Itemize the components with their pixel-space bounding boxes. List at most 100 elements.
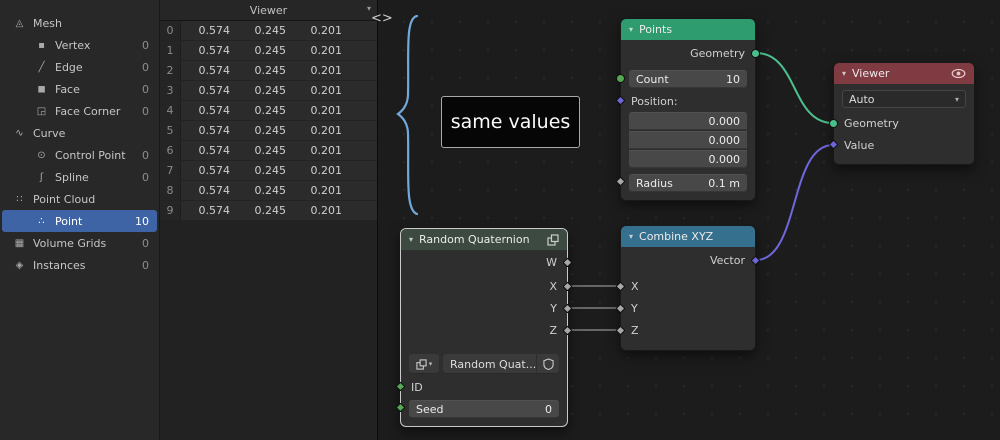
tree-item-count: 0 [142, 83, 149, 96]
cell-x: 0.574 [181, 61, 237, 80]
curve-icon: ∿ [12, 128, 27, 139]
mesh-icon: ◬ [12, 18, 27, 29]
viewer-mode-dropdown[interactable]: Auto ▾ [842, 90, 966, 108]
datablock-selector-button[interactable]: ▾ [409, 354, 439, 374]
table-row-8: 8 0.574 0.245 0.201 [160, 181, 377, 201]
node-viewer[interactable]: ▾ Viewer Auto ▾ Geometry Value [833, 62, 975, 165]
node-group-icon [547, 234, 559, 246]
table-row-9: 9 0.574 0.245 0.201 [160, 201, 377, 221]
vertex-icon: ▪ [34, 40, 49, 51]
dropdown-value: Auto [849, 93, 875, 106]
seed-label: Seed [416, 403, 444, 416]
socket-points-geometry-output[interactable] [751, 49, 760, 58]
tree-item-count: 0 [142, 105, 149, 118]
node-combine-xyz-header[interactable]: ▾ Combine XYZ [621, 226, 755, 247]
cell-x: 0.574 [181, 141, 237, 160]
volume-grids-icon: ▦ [12, 238, 27, 249]
edge-icon: ╱ [34, 62, 49, 73]
cell-z: 0.201 [293, 181, 349, 200]
node-random-quaternion-header[interactable]: ▾ Random Quaternion [401, 229, 567, 250]
row-index: 9 [160, 201, 181, 220]
position-x-field[interactable]: 0.000 [629, 112, 747, 130]
tree-item-label: Spline [55, 171, 89, 184]
cell-x: 0.574 [181, 121, 237, 140]
spreadsheet-table: Viewer ▾ 0 0.574 0.245 0.201 1 0.57 [160, 0, 377, 440]
panel-toggle-icon[interactable]: <> [371, 11, 393, 26]
column-header-viewer[interactable]: Viewer ▾ [160, 0, 377, 21]
node-random-quaternion[interactable]: ▾ Random Quaternion W X Y Z ▾ Random Qua… [400, 228, 568, 427]
tree-item-label: Edge [55, 61, 83, 74]
socket-viewer-geometry-input[interactable] [829, 119, 838, 128]
tree-item-volume-grids[interactable]: ▦ Volume Grids 0 [2, 232, 157, 254]
tree-item-mesh[interactable]: ◬ Mesh [2, 12, 157, 34]
cell-z: 0.201 [293, 201, 349, 220]
tree-item-label: Face [55, 83, 80, 96]
tree-item-curve[interactable]: ∿ Curve [2, 122, 157, 144]
tree-item-count: 0 [142, 259, 149, 272]
table-rows: 0 0.574 0.245 0.201 1 0.574 0.245 0.201 [160, 21, 377, 221]
points-radius-field[interactable]: Radius 0.1 m [629, 174, 747, 192]
node-viewer-header[interactable]: ▾ Viewer [834, 63, 974, 84]
collapse-chevron-icon[interactable]: ▾ [629, 25, 633, 34]
count-label: Count [636, 73, 669, 86]
face-corner-icon: ◲ [34, 106, 49, 117]
viewer-input-value: Value [834, 136, 974, 156]
tree-item-edge[interactable]: ╱ Edge 0 [2, 56, 157, 78]
fake-user-shield-icon[interactable] [537, 354, 559, 374]
tree-item-point[interactable]: ∴ Point 10 [2, 210, 157, 232]
combine-input-x: X [621, 276, 755, 298]
tree-item-label: Mesh [33, 17, 62, 30]
collapse-chevron-icon[interactable]: ▾ [409, 235, 413, 244]
row-index: 3 [160, 81, 181, 100]
tree-item-point-cloud[interactable]: ∷ Point Cloud [2, 188, 157, 210]
spline-icon: ʃ [34, 172, 49, 183]
cell-y: 0.245 [237, 161, 293, 180]
table-row-3: 3 0.574 0.245 0.201 [160, 81, 377, 101]
rq-input-id: ID [401, 378, 567, 398]
annotation-label: same values [441, 96, 580, 148]
tree-item-spline[interactable]: ʃ Spline 0 [2, 166, 157, 188]
cell-y: 0.245 [237, 141, 293, 160]
node-combine-xyz[interactable]: ▾ Combine XYZ Vector X Y Z [620, 225, 756, 351]
chevron-down-icon: ▾ [955, 95, 959, 104]
tree-item-control-point[interactable]: ⊙ Control Point 0 [2, 144, 157, 166]
cell-y: 0.245 [237, 81, 293, 100]
node-title: Viewer [852, 67, 945, 80]
table-row-0: 0 0.574 0.245 0.201 [160, 21, 377, 41]
collapse-chevron-icon[interactable]: ▾ [629, 232, 633, 241]
tree-item-count: 0 [142, 237, 149, 250]
position-y-field[interactable]: 0.000 [629, 131, 747, 149]
tree-item-face[interactable]: ◼ Face 0 [2, 78, 157, 100]
cell-z: 0.201 [293, 161, 349, 180]
rq-output-w: W [401, 252, 567, 274]
node-group-icon [416, 359, 427, 370]
seed-value: 0 [545, 403, 552, 416]
cell-z: 0.201 [293, 121, 349, 140]
rq-seed-field[interactable]: Seed 0 [409, 400, 559, 418]
socket-points-count-input[interactable] [616, 74, 625, 83]
cell-z: 0.201 [293, 21, 349, 40]
points-count-field[interactable]: Count 10 [629, 70, 747, 88]
tree-item-face-corner[interactable]: ◲ Face Corner 0 [2, 100, 157, 122]
node-points-header[interactable]: ▾ Points [621, 19, 755, 40]
rq-output-x: X [401, 276, 567, 298]
cell-x: 0.574 [181, 21, 237, 40]
tree-item-vertex[interactable]: ▪ Vertex 0 [2, 34, 157, 56]
tree-item-label: Vertex [55, 39, 90, 52]
combine-input-z: Z [621, 320, 755, 342]
point-cloud-icon: ∷ [12, 194, 27, 205]
node-title: Combine XYZ [639, 230, 747, 243]
cell-y: 0.245 [237, 121, 293, 140]
row-index: 5 [160, 121, 181, 140]
cell-z: 0.201 [293, 81, 349, 100]
position-z-field[interactable]: 0.000 [629, 150, 747, 168]
datablock-name-button[interactable]: Random Quat... [443, 354, 536, 374]
node-title: Random Quaternion [419, 233, 541, 246]
collapse-chevron-icon[interactable]: ▾ [842, 69, 846, 78]
tree-item-instances[interactable]: ◈ Instances 0 [2, 254, 157, 276]
eye-icon[interactable] [951, 68, 966, 79]
tree-item-count: 0 [142, 149, 149, 162]
control-point-icon: ⊙ [34, 150, 49, 161]
node-points[interactable]: ▾ Points Geometry Count 10 Position: 0.0… [620, 18, 756, 201]
node-title: Points [639, 23, 747, 36]
